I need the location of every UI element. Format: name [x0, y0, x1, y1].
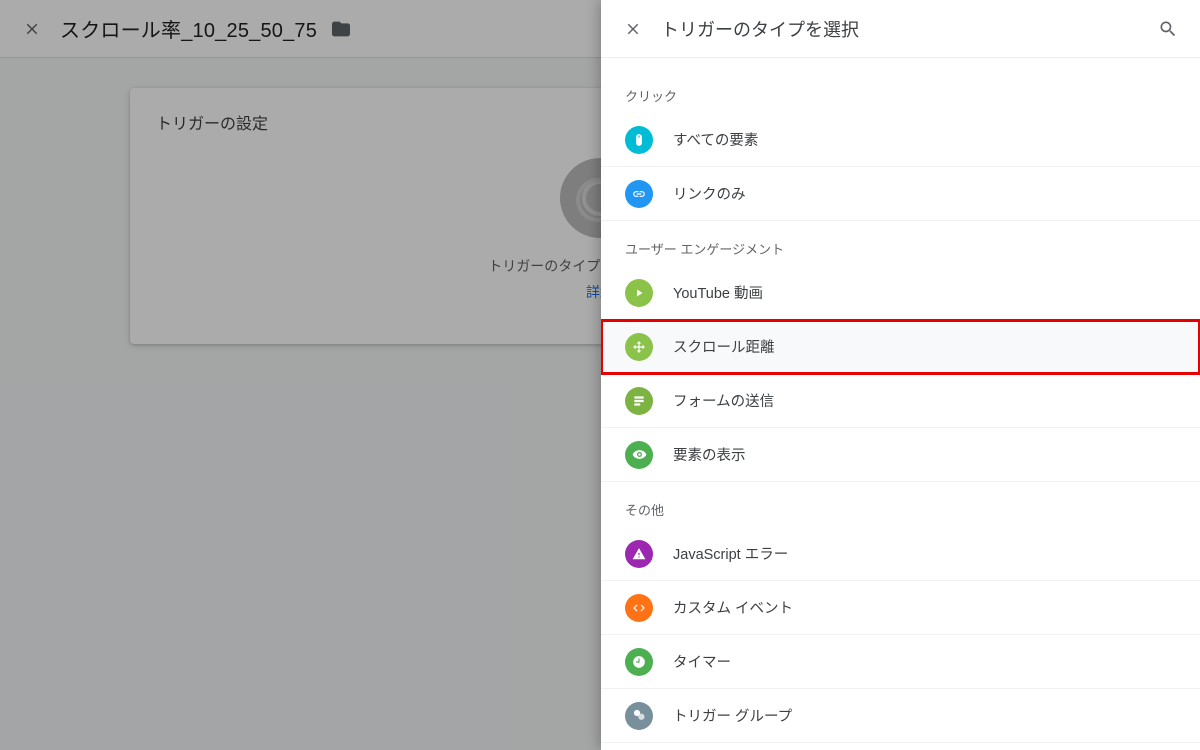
section-engagement: ユーザー エンゲージメント — [601, 221, 1200, 266]
row-element-visibility[interactable]: 要素の表示 — [601, 428, 1200, 482]
row-label: リンクのみ — [673, 183, 746, 204]
row-trigger-group[interactable]: トリガー グループ — [601, 689, 1200, 743]
mouse-icon — [625, 126, 653, 154]
panel-title: トリガーのタイプを選択 — [661, 16, 859, 42]
row-js-error[interactable]: JavaScript エラー — [601, 527, 1200, 581]
row-label: すべての要素 — [673, 129, 758, 150]
panel-header: トリガーのタイプを選択 — [601, 0, 1200, 58]
trigger-name-title[interactable]: スクロール率_10_25_50_75 — [60, 14, 317, 43]
row-label: スクロール距離 — [673, 336, 775, 357]
row-custom-event[interactable]: カスタム イベント — [601, 581, 1200, 635]
row-youtube[interactable]: YouTube 動画 — [601, 266, 1200, 320]
row-label: トリガー グループ — [673, 705, 792, 726]
clock-icon — [625, 648, 653, 676]
row-links-only[interactable]: リンクのみ — [601, 167, 1200, 221]
panel-body: クリック すべての要素 リンクのみ ユーザー エンゲージメント YouTube … — [601, 58, 1200, 750]
search-icon[interactable] — [1148, 9, 1188, 49]
row-form-submit[interactable]: フォームの送信 — [601, 374, 1200, 428]
section-click: クリック — [601, 68, 1200, 113]
warning-icon — [625, 540, 653, 568]
row-label: タイマー — [673, 651, 731, 672]
row-label: YouTube 動画 — [673, 282, 763, 303]
play-icon — [625, 279, 653, 307]
row-label: JavaScript エラー — [673, 543, 788, 564]
row-timer[interactable]: タイマー — [601, 635, 1200, 689]
close-icon[interactable] — [12, 9, 52, 49]
folder-icon[interactable] — [331, 19, 351, 39]
row-label: 要素の表示 — [673, 444, 746, 465]
code-icon — [625, 594, 653, 622]
row-scroll-depth[interactable]: スクロール距離 — [601, 320, 1200, 374]
link-icon — [625, 180, 653, 208]
trigger-type-panel: トリガーのタイプを選択 クリック すべての要素 リンクのみ ユーザー エンゲージ… — [601, 0, 1200, 750]
group-icon — [625, 702, 653, 730]
panel-close-icon[interactable] — [613, 9, 653, 49]
scroll-icon — [625, 333, 653, 361]
eye-icon — [625, 441, 653, 469]
row-label: フォームの送信 — [673, 390, 774, 411]
section-other: その他 — [601, 482, 1200, 527]
form-icon — [625, 387, 653, 415]
row-label: カスタム イベント — [673, 597, 793, 618]
row-all-elements[interactable]: すべての要素 — [601, 113, 1200, 167]
